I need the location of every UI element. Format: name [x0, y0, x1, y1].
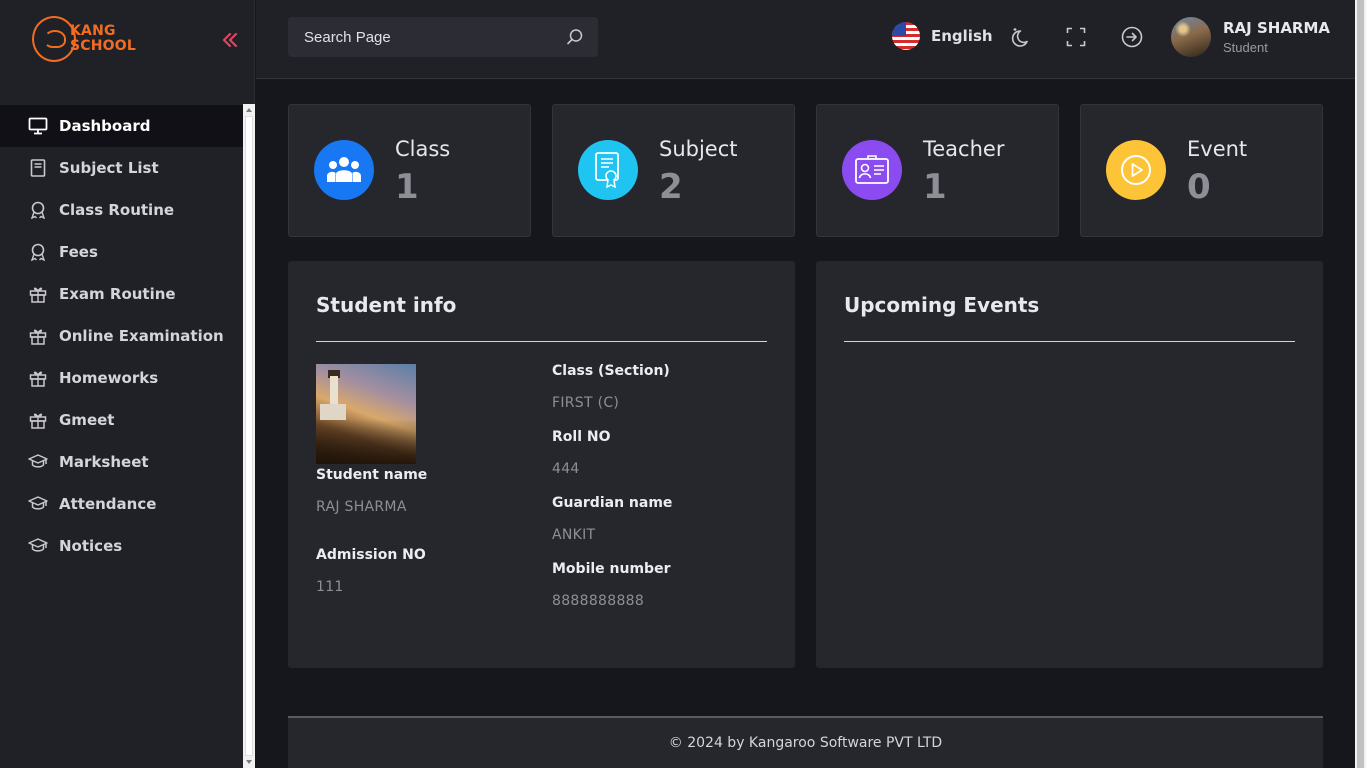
search-icon[interactable] — [566, 28, 584, 51]
sidebar: KANG SCHOOL Dashboard Subject List Class… — [0, 0, 255, 768]
scroll-up-arrow-icon[interactable] — [246, 108, 252, 112]
certificate-icon — [578, 140, 638, 200]
id-card-icon — [842, 140, 902, 200]
class-section-label: Class (Section) — [552, 363, 670, 379]
sidebar-item-fees[interactable]: Fees — [0, 231, 243, 273]
stat-card-class[interactable]: Class 1 — [288, 104, 531, 237]
divider — [844, 341, 1295, 342]
sidebar-item-attendance[interactable]: Attendance — [0, 483, 243, 525]
admission-no-label: Admission NO — [316, 547, 426, 563]
logout-icon[interactable] — [1120, 25, 1144, 49]
stat-value: 1 — [395, 167, 419, 207]
sidebar-item-label: Subject List — [59, 159, 159, 177]
language-label: English — [931, 27, 993, 45]
sidebar-item-label: Gmeet — [59, 411, 115, 429]
award-icon — [28, 242, 48, 262]
sidebar-item-dashboard[interactable]: Dashboard — [0, 105, 243, 147]
guardian-name-value: ANKIT — [552, 527, 596, 543]
fullscreen-icon[interactable] — [1064, 25, 1088, 49]
users-icon — [314, 140, 374, 200]
student-name-label: Student name — [316, 467, 428, 483]
sidebar-menu: Dashboard Subject List Class Routine Fee… — [0, 105, 243, 567]
panel-title: Student info — [316, 293, 457, 317]
collapse-sidebar-button[interactable] — [218, 28, 242, 52]
sidebar-item-label: Marksheet — [59, 453, 149, 471]
sidebar-item-label: Homeworks — [59, 369, 159, 387]
avatar — [1171, 17, 1211, 57]
sidebar-item-label: Class Routine — [59, 201, 175, 219]
gift-icon — [28, 326, 48, 346]
dark-mode-moon-icon[interactable] — [1010, 25, 1034, 49]
stat-card-teacher[interactable]: Teacher 1 — [816, 104, 1059, 237]
student-photo — [316, 364, 416, 464]
stat-label: Teacher — [923, 137, 1005, 161]
scroll-down-arrow-icon[interactable] — [246, 760, 252, 764]
play-icon — [1106, 140, 1166, 200]
copyright-text: © 2024 by Kangaroo Software PVT LTD — [668, 735, 943, 751]
sidebar-item-label: Exam Routine — [59, 285, 176, 303]
sidebar-item-label: Dashboard — [59, 117, 151, 135]
graduation-cap-icon — [28, 494, 48, 514]
admission-no-value: 111 — [316, 579, 344, 595]
guardian-name-label: Guardian name — [552, 495, 673, 511]
monitor-icon — [28, 116, 48, 136]
mobile-number-value: 8888888888 — [552, 593, 645, 609]
student-info-panel: Student info Student name RAJ SHARMA Adm… — [288, 261, 795, 668]
user-profile-menu[interactable]: RAJ SHARMA Student — [1171, 17, 1330, 57]
user-name: RAJ SHARMA — [1223, 19, 1331, 37]
kangaroo-logo-icon — [32, 16, 76, 62]
lighthouse-house — [320, 404, 346, 420]
sidebar-item-label: Online Examination — [59, 327, 224, 345]
sidebar-scrollbar[interactable] — [243, 104, 255, 768]
gift-icon — [28, 368, 48, 388]
sidebar-item-label: Fees — [59, 243, 98, 261]
sidebar-item-label: Notices — [59, 537, 123, 555]
sidebar-scroll-thumb[interactable] — [245, 116, 253, 756]
footer: © 2024 by Kangaroo Software PVT LTD — [288, 716, 1323, 768]
language-selector[interactable]: English — [892, 22, 993, 50]
student-name-value: RAJ SHARMA — [316, 499, 407, 515]
stat-label: Subject — [659, 137, 738, 161]
stat-value: 1 — [923, 167, 947, 207]
class-section-value: FIRST (C) — [552, 395, 620, 411]
stat-label: Class — [395, 137, 451, 161]
gift-icon — [28, 284, 48, 304]
mobile-number-label: Mobile number — [552, 561, 671, 577]
graduation-cap-icon — [28, 536, 48, 556]
roll-no-value: 444 — [552, 461, 580, 477]
stat-card-event[interactable]: Event 0 — [1080, 104, 1323, 237]
user-role: Student — [1223, 40, 1268, 55]
page-scrollbar[interactable] — [1355, 0, 1366, 768]
sidebar-item-label: Attendance — [59, 495, 157, 513]
roll-no-label: Roll NO — [552, 429, 611, 445]
sidebar-item-online-examination[interactable]: Online Examination — [0, 315, 243, 357]
sidebar-item-class-routine[interactable]: Class Routine — [0, 189, 243, 231]
top-header: English RAJ SHARMA Student — [256, 0, 1355, 79]
double-chevron-left-icon — [222, 33, 238, 47]
search-box — [288, 17, 598, 57]
sidebar-item-exam-routine[interactable]: Exam Routine — [0, 273, 243, 315]
stat-card-subject[interactable]: Subject 2 — [552, 104, 795, 237]
page-scroll-thumb[interactable] — [1357, 0, 1364, 768]
gift-icon — [28, 410, 48, 430]
logo[interactable]: KANG SCHOOL — [32, 16, 136, 62]
book-icon — [28, 158, 48, 178]
search-input[interactable] — [288, 28, 548, 46]
divider — [316, 341, 767, 342]
sidebar-item-gmeet[interactable]: Gmeet — [0, 399, 243, 441]
sidebar-item-notices[interactable]: Notices — [0, 525, 243, 567]
brand-line-1: KANG — [70, 23, 116, 39]
us-flag-icon — [892, 22, 920, 50]
stat-label: Event — [1187, 137, 1248, 161]
upcoming-events-panel: Upcoming Events — [816, 261, 1323, 668]
stat-value: 0 — [1187, 167, 1211, 207]
brand-line-2: SCHOOL — [70, 38, 136, 54]
stat-value: 2 — [659, 167, 683, 207]
graduation-cap-icon — [28, 452, 48, 472]
award-icon — [28, 200, 48, 220]
sidebar-item-homeworks[interactable]: Homeworks — [0, 357, 243, 399]
panel-title: Upcoming Events — [844, 293, 1040, 317]
sidebar-item-subject-list[interactable]: Subject List — [0, 147, 243, 189]
sidebar-item-marksheet[interactable]: Marksheet — [0, 441, 243, 483]
